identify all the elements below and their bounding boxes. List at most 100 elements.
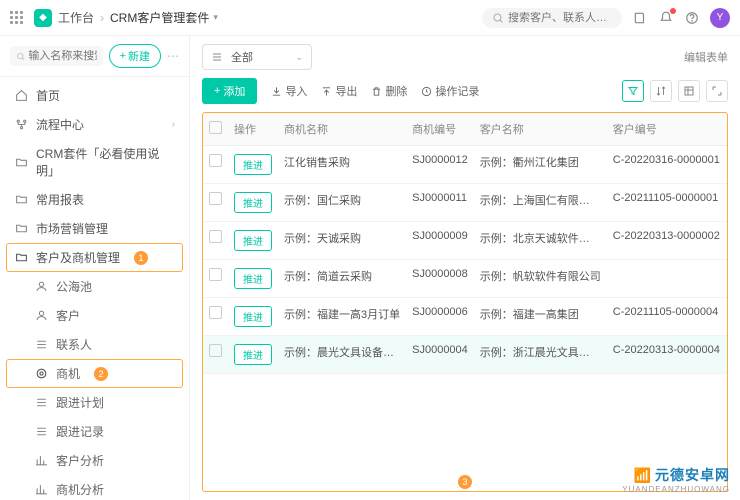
advance-button[interactable]: 推进	[234, 268, 272, 289]
col-header	[203, 113, 228, 146]
breadcrumb-workspace[interactable]: 工作台	[58, 9, 94, 26]
nav-item-联系人[interactable]: 联系人	[0, 330, 189, 359]
folder-icon	[14, 251, 28, 265]
notification-icon[interactable]	[658, 10, 674, 26]
nav-item-跟进记录[interactable]: 跟进记录	[0, 417, 189, 446]
col-header: 客户联系人	[726, 113, 728, 146]
avatar[interactable]: Y	[710, 8, 730, 28]
row-checkbox[interactable]	[209, 154, 222, 167]
import-link[interactable]: 导入	[271, 83, 307, 99]
topbar: ◆ 工作台 › CRM客户管理套件 ▾ Y	[0, 0, 740, 36]
cell-contact: 示例：王立	[726, 260, 728, 298]
cell-name: 示例：晨光文具设备…	[278, 336, 406, 374]
sidebar-search[interactable]	[10, 46, 103, 66]
nav-item-市场营销管理[interactable]: 市场营销管理	[0, 214, 189, 243]
cell-custcode: C-20220316-0000001	[607, 146, 726, 184]
advance-button[interactable]: 推进	[234, 344, 272, 365]
sort-icon-button[interactable]	[650, 80, 672, 102]
view-select[interactable]: 全部 ⌄	[202, 44, 312, 70]
delete-link[interactable]: 删除	[371, 83, 407, 99]
chevron-right-icon: ›	[172, 119, 175, 130]
cell-code: SJ0000008	[406, 260, 474, 298]
cell-cust: 示例：上海国仁有限…	[474, 184, 607, 222]
filter-icon-button[interactable]	[622, 80, 644, 102]
cell-code: SJ0000009	[406, 222, 474, 260]
log-link[interactable]: 操作记录	[421, 83, 479, 99]
cell-name: 示例：国仁采购	[278, 184, 406, 222]
breadcrumb-app[interactable]: CRM客户管理套件	[110, 9, 209, 26]
advance-button[interactable]: 推进	[234, 154, 272, 175]
row-checkbox[interactable]	[209, 230, 222, 243]
target-icon	[34, 367, 48, 381]
cell-contact: 示例：李清海	[726, 222, 728, 260]
nav-label: 客户及商机管理	[36, 249, 120, 266]
nav-item-常用报表[interactable]: 常用报表	[0, 185, 189, 214]
cell-cust: 示例：浙江晨光文具…	[474, 336, 607, 374]
global-search[interactable]	[482, 8, 622, 28]
folder-icon	[14, 222, 28, 236]
nav-label: 客户分析	[56, 452, 104, 469]
sidebar-search-input[interactable]	[28, 50, 96, 62]
cell-contact: 示例：王宁	[726, 298, 728, 336]
nav-item-CRM套件「必看使用说明」[interactable]: CRM套件「必看使用说明」	[0, 139, 189, 185]
list-icon	[34, 338, 48, 352]
app-dropdown-caret[interactable]: ▾	[213, 12, 218, 23]
cell-code: SJ0000012	[406, 146, 474, 184]
cell-custcode	[607, 260, 726, 298]
breadcrumb-sep: ›	[100, 11, 104, 25]
advance-button[interactable]: 推进	[234, 306, 272, 327]
advance-button[interactable]: 推进	[234, 192, 272, 213]
nav-item-客户分析[interactable]: 客户分析	[0, 446, 189, 475]
col-header: 操作	[228, 113, 278, 146]
nav-item-商机[interactable]: 商机2	[6, 359, 183, 388]
global-search-input[interactable]	[508, 12, 612, 24]
chart-icon	[34, 483, 48, 497]
cell-cust: 示例：福建一高集团	[474, 298, 607, 336]
col-header: 客户编号	[607, 113, 726, 146]
cell-name: 示例：简道云采购	[278, 260, 406, 298]
nav-item-首页[interactable]: 首页	[0, 81, 189, 110]
nav-item-客户及商机管理[interactable]: 客户及商机管理1	[6, 243, 183, 272]
search-icon	[492, 12, 504, 24]
table-row[interactable]: 推进示例：晨光文具设备…SJ0000004示例：浙江晨光文具…C-2022031…	[203, 336, 728, 374]
nav-label: 联系人	[56, 336, 92, 353]
data-table-container: 操作商机名称商机编号客户名称客户编号客户联系人推进江化销售采购SJ0000012…	[202, 112, 728, 492]
nav-item-跟进计划[interactable]: 跟进计划	[0, 388, 189, 417]
nav-label: 首页	[36, 87, 60, 104]
nav-item-公海池[interactable]: 公海池	[0, 272, 189, 301]
add-button[interactable]: +添加	[202, 78, 257, 104]
new-button[interactable]: +新建	[109, 44, 161, 68]
apps-icon[interactable]	[10, 11, 24, 25]
more-icon[interactable]: ⋯	[167, 49, 179, 63]
cell-custcode: C-20211105-0000004	[607, 298, 726, 336]
help-icon[interactable]	[684, 10, 700, 26]
upload-icon	[321, 86, 332, 97]
table-row[interactable]: 推进示例：福建一高3月订单SJ0000006示例：福建一高集团C-2021110…	[203, 298, 728, 336]
nav-label: 商机	[56, 365, 80, 382]
nav-label: 常用报表	[36, 191, 84, 208]
row-checkbox[interactable]	[209, 268, 222, 281]
nav-item-流程中心[interactable]: 流程中心›	[0, 110, 189, 139]
expand-icon-button[interactable]	[706, 80, 728, 102]
table-row[interactable]: 推进示例：天诚采购SJ0000009示例：北京天诚软件…C-20220313-0…	[203, 222, 728, 260]
book-icon[interactable]	[632, 10, 648, 26]
cell-code: SJ0000004	[406, 336, 474, 374]
nav-item-客户[interactable]: 客户	[0, 301, 189, 330]
row-checkbox[interactable]	[209, 306, 222, 319]
export-link[interactable]: 导出	[321, 83, 357, 99]
cell-name: 示例：天诚采购	[278, 222, 406, 260]
nav-item-商机分析[interactable]: 商机分析	[0, 475, 189, 500]
table-row[interactable]: 推进江化销售采购SJ0000012示例：衢州江化集团C-20220316-000…	[203, 146, 728, 184]
row-checkbox[interactable]	[209, 344, 222, 357]
col-header: 商机名称	[278, 113, 406, 146]
folder-icon	[14, 155, 28, 169]
table-row[interactable]: 推进示例：简道云采购SJ0000008示例：帆软软件有限公司示例：王立	[203, 260, 728, 298]
flow-icon	[14, 118, 28, 132]
advance-button[interactable]: 推进	[234, 230, 272, 251]
table-row[interactable]: 推进示例：国仁采购SJ0000011示例：上海国仁有限…C-20211105-0…	[203, 184, 728, 222]
select-all-checkbox[interactable]	[209, 121, 222, 134]
clock-icon	[421, 86, 432, 97]
row-checkbox[interactable]	[209, 192, 222, 205]
column-icon-button[interactable]	[678, 80, 700, 102]
edit-form-link[interactable]: 编辑表单	[684, 49, 728, 65]
